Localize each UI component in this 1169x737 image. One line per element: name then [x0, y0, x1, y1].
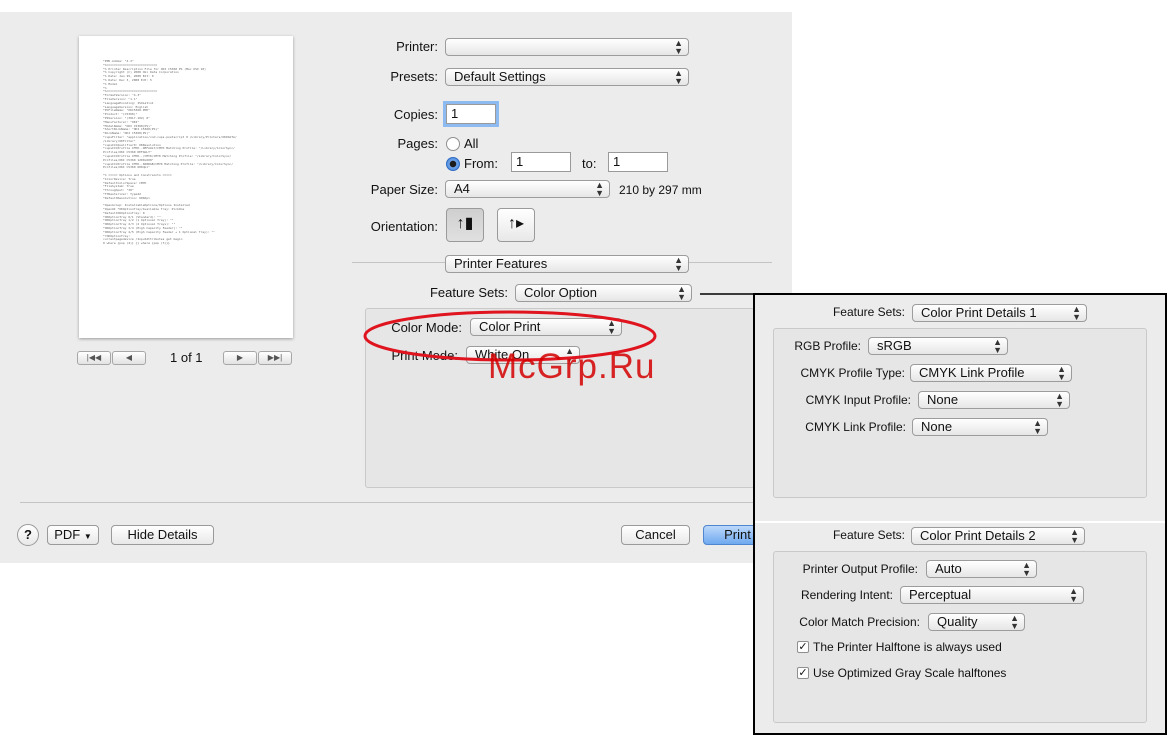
rgb-profile-value: sRGB: [877, 338, 912, 353]
panel2-feature-sets-value: Color Print Details 2: [920, 528, 1036, 543]
watermark: McGrp.Ru: [488, 347, 656, 386]
copies-field[interactable]: 1: [446, 104, 496, 124]
print-preview-page: *PPD-Adobe: "4.3" *%=====================…: [79, 36, 293, 338]
portrait-icon: ↑▮: [456, 215, 474, 232]
updown-arrows-icon: ▲ ▼: [1010, 613, 1019, 631]
callout-line: [700, 293, 756, 295]
updown-arrows-icon: ▲ ▼: [1069, 586, 1078, 604]
next-page-button[interactable]: ▶: [223, 351, 257, 365]
updown-arrows-icon: ▲ ▼: [674, 255, 683, 273]
pages-all-label: All: [464, 136, 479, 151]
panel2-feature-sets-select[interactable]: Color Print Details 2 ▲ ▼: [911, 527, 1085, 545]
pages-from-radio[interactable]: [446, 157, 460, 171]
updown-arrows-icon: ▲ ▼: [595, 180, 604, 198]
pdf-menu-button[interactable]: PDF ▼: [47, 525, 99, 545]
rendering-intent-value: Perceptual: [909, 587, 972, 602]
feature-sets-select[interactable]: Color Option ▲ ▼: [515, 284, 692, 302]
rgb-profile-label: RGB Profile:: [794, 339, 861, 353]
hide-details-button[interactable]: Hide Details: [111, 525, 214, 545]
landscape-icon: ↑▸: [507, 215, 525, 232]
pdf-label: PDF: [54, 527, 81, 542]
feature-sets-label: Feature Sets:: [429, 285, 508, 300]
cmyk-link-profile-value: None: [921, 419, 953, 434]
orientation-label: Orientation:: [370, 219, 438, 234]
preview-text: *PPD-Adobe: "4.3" *%=====================…: [103, 59, 237, 246]
panel-divider: [755, 521, 1165, 523]
feature-sets-value: Color Option: [524, 285, 597, 300]
rgb-profile-select[interactable]: sRGB ▲ ▼: [868, 337, 1008, 355]
printer-output-profile-label: Printer Output Profile:: [802, 562, 918, 576]
first-page-button[interactable]: |◀◀: [77, 351, 111, 365]
printer-output-profile-select[interactable]: Auto ▲ ▼: [926, 560, 1037, 578]
previous-page-button[interactable]: ◀: [112, 351, 146, 365]
cmyk-link-profile-label: CMYK Link Profile:: [805, 420, 906, 434]
pages-from-label: From:: [464, 156, 498, 171]
color-match-precision-value: Quality: [937, 614, 978, 629]
color-match-precision-select[interactable]: Quality ▲ ▼: [928, 613, 1025, 631]
print-dialog: *PPD-Adobe: "4.3" *%=====================…: [0, 12, 792, 563]
updown-arrows-icon: ▲ ▼: [1022, 560, 1031, 578]
gray-scale-label: Use Optimized Gray Scale halftones: [813, 666, 1007, 680]
paper-size-value: A4: [454, 181, 470, 196]
footer-divider: [20, 502, 780, 503]
section-select[interactable]: Printer Features ▲ ▼: [445, 255, 689, 273]
landscape-orientation-button[interactable]: ↑▸: [497, 208, 535, 242]
cmyk-profile-type-value: CMYK Link Profile: [919, 365, 1025, 380]
dropdown-arrow-icon: ▼: [83, 532, 92, 541]
last-page-button[interactable]: ▶▶|: [258, 351, 292, 365]
cmyk-input-profile-label: CMYK Input Profile:: [805, 393, 911, 407]
updown-arrows-icon: ▲ ▼: [1070, 527, 1079, 545]
updown-arrows-icon: ▲ ▼: [677, 284, 686, 302]
updown-arrows-icon: ▲ ▼: [1072, 304, 1081, 322]
pages-to-label: to:: [582, 156, 597, 171]
help-button[interactable]: ?: [17, 524, 39, 546]
updown-arrows-icon: ▲ ▼: [674, 38, 683, 56]
updown-arrows-icon: ▲ ▼: [993, 337, 1002, 355]
color-match-precision-label: Color Match Precision:: [799, 615, 920, 629]
presets-label: Presets:: [390, 69, 438, 84]
updown-arrows-icon: ▲ ▼: [1033, 418, 1042, 436]
copies-label: Copies:: [393, 107, 438, 122]
updown-arrows-icon: ▲ ▼: [1057, 364, 1066, 382]
cmyk-profile-type-label: CMYK Profile Type:: [800, 366, 905, 380]
cmyk-input-profile-value: None: [927, 392, 959, 407]
rendering-intent-select[interactable]: Perceptual ▲ ▼: [900, 586, 1084, 604]
panel1-feature-sets-label: Feature Sets:: [832, 305, 905, 319]
paper-dimensions: 210 by 297 mm: [619, 183, 702, 197]
panel1-feature-sets-value: Color Print Details 1: [921, 305, 1037, 320]
cmyk-link-profile-select[interactable]: None ▲ ▼: [912, 418, 1048, 436]
preview-text-line: 0 where {pop (4)} {} where {pop (3)}}: [103, 241, 170, 246]
cancel-button[interactable]: Cancel: [621, 525, 690, 545]
printer-select[interactable]: ▲ ▼: [445, 38, 689, 56]
paper-size-select[interactable]: A4 ▲ ▼: [445, 180, 610, 198]
gray-scale-checkbox[interactable]: ✓: [797, 667, 809, 679]
color-details-callout: Feature Sets: Color Print Details 1 ▲ ▼ R…: [753, 293, 1167, 735]
cmyk-profile-type-select[interactable]: CMYK Link Profile ▲ ▼: [910, 364, 1072, 382]
pages-to-field[interactable]: 1: [608, 152, 668, 172]
updown-arrows-icon: ▲ ▼: [674, 68, 683, 86]
presets-value: Default Settings: [454, 69, 546, 84]
panel1-feature-sets-select[interactable]: Color Print Details 1 ▲ ▼: [912, 304, 1087, 322]
printer-label: Printer:: [396, 39, 438, 54]
pages-from-field[interactable]: 1: [511, 152, 571, 172]
pages-label: Pages:: [397, 136, 438, 151]
cmyk-input-profile-select[interactable]: None ▲ ▼: [918, 391, 1070, 409]
section-value: Printer Features: [454, 256, 548, 271]
presets-select[interactable]: Default Settings ▲ ▼: [445, 68, 689, 86]
portrait-orientation-button[interactable]: ↑▮: [446, 208, 484, 242]
page-indicator: 1 of 1: [170, 350, 203, 365]
updown-arrows-icon: ▲ ▼: [1055, 391, 1064, 409]
halftone-label: The Printer Halftone is always used: [813, 640, 1002, 654]
pages-all-radio[interactable]: [446, 137, 460, 151]
rendering-intent-label: Rendering Intent:: [800, 588, 893, 602]
printer-output-profile-value: Auto: [935, 561, 962, 576]
paper-size-label: Paper Size:: [370, 182, 438, 197]
halftone-checkbox[interactable]: ✓: [797, 641, 809, 653]
panel2-feature-sets-label: Feature Sets:: [832, 528, 905, 542]
